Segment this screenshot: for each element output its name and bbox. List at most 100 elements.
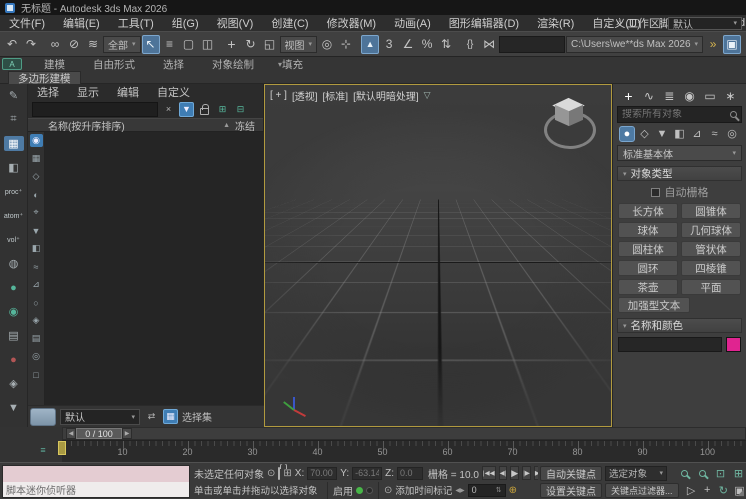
workspace-dropdown[interactable]: 默认 ▾ xyxy=(668,17,742,30)
name-and-color-rollout-header[interactable]: ▾ 名称和颜色 xyxy=(617,318,742,333)
primitive-button[interactable]: 几何球体 xyxy=(681,222,741,238)
isolate-selection-icon[interactable]: ⊙ xyxy=(267,468,275,479)
freeze-column-header[interactable]: 冻结 xyxy=(235,118,255,133)
perspective-viewport[interactable]: [ + ] [透视] [标准] [默认明暗处理] ▽ xyxy=(264,84,612,427)
view-cube[interactable] xyxy=(543,95,601,153)
key-filters-button[interactable]: 关键点过滤器... xyxy=(605,483,679,498)
autogrid-checkbox[interactable] xyxy=(651,188,660,197)
menu-item[interactable]: 图形编辑器(D) xyxy=(440,15,528,31)
utilities-tab-icon[interactable]: ∗ xyxy=(722,88,739,104)
spinner-icon[interactable]: ⇅ xyxy=(496,486,502,494)
menu-item[interactable]: 组(G) xyxy=(163,15,208,31)
explorer-object-list[interactable] xyxy=(45,132,264,405)
orbit-icon[interactable]: ↻ xyxy=(717,483,730,497)
go-to-end-button[interactable]: ▶▶| xyxy=(534,466,538,480)
previous-frame-icon[interactable]: ◀ xyxy=(66,428,76,439)
primitive-button[interactable]: 球体 xyxy=(618,222,678,238)
explorer-filter-icon[interactable]: ◈ xyxy=(30,314,43,327)
expand-list-icon[interactable]: ⊞ xyxy=(215,102,230,117)
key-filter-scope-dropdown[interactable]: 选定对象 ▾ xyxy=(605,466,667,481)
left-dock-icon[interactable]: proc⁺ xyxy=(4,184,24,199)
current-frame-field[interactable]: 0 ⇅ xyxy=(468,484,506,497)
menu-item[interactable]: 修改器(M) xyxy=(318,15,386,31)
select-object-button[interactable]: ↖ xyxy=(142,35,160,54)
reference-coordinate-dropdown[interactable]: 视图 ▾ xyxy=(280,36,318,53)
explorer-filter-icon[interactable]: ▦ xyxy=(30,152,43,165)
menu-item[interactable]: 文件(F) xyxy=(0,15,54,31)
explorer-filter-icon[interactable]: ◎ xyxy=(30,350,43,363)
viewport-shading-label[interactable]: [默认明暗处理] xyxy=(353,88,419,103)
primitive-button[interactable]: 茶壶 xyxy=(618,279,678,295)
x-coordinate-field[interactable] xyxy=(307,467,337,480)
zoom-all-icon[interactable] xyxy=(695,466,710,480)
primitive-button[interactable]: 圆环 xyxy=(618,260,678,276)
lock-icon[interactable] xyxy=(197,102,212,117)
snap-3d-button[interactable]: 3 xyxy=(380,35,398,54)
previous-frame-button[interactable]: ◀| xyxy=(499,466,508,480)
modify-tab-icon[interactable]: ∿ xyxy=(640,88,657,104)
create-category-icon[interactable]: ≈ xyxy=(707,126,723,142)
primitive-button[interactable]: 管状体 xyxy=(681,241,741,257)
explorer-filter-icon[interactable]: ◐ xyxy=(30,188,43,201)
angle-snap-button[interactable]: ∠ xyxy=(399,35,417,54)
explorer-filter-icon[interactable]: ◇ xyxy=(30,170,43,183)
isolate-selection-button[interactable] xyxy=(30,408,56,426)
primitive-category-dropdown[interactable]: 标准基本体 ▾ xyxy=(617,145,742,161)
name-column-header[interactable]: 名称(按升序排序) xyxy=(48,118,125,133)
ribbon-tab[interactable]: 建模 xyxy=(30,57,79,71)
menu-item[interactable]: 渲染(R) xyxy=(528,15,583,31)
filter-icon[interactable]: ▼ xyxy=(179,102,194,117)
set-key-mode-button[interactable]: 设置关键点 xyxy=(540,483,602,498)
select-by-name-button[interactable]: ≡ xyxy=(161,35,179,54)
resize-grip-icon[interactable]: ◢ xyxy=(737,487,744,498)
hierarchy-tab-icon[interactable]: ≣ xyxy=(661,88,678,104)
ribbon-tab[interactable]: 自由形式 xyxy=(79,57,149,71)
primitive-button[interactable]: 长方体 xyxy=(618,203,678,219)
object-color-swatch[interactable] xyxy=(726,337,741,352)
mini-curve-editor-button[interactable]: ≡ xyxy=(36,444,50,456)
maxscript-mini-listener[interactable]: 脚本迷你侦听器 xyxy=(2,465,190,498)
selection-set-dropdown[interactable]: 默认 ▾ xyxy=(60,409,140,425)
zoom-icon[interactable] xyxy=(677,466,692,480)
explorer-menu-item[interactable]: 编辑 xyxy=(108,84,148,100)
set-key-icon[interactable]: ⊕ xyxy=(509,485,517,496)
track-bar[interactable]: 102030405060708090100 xyxy=(62,440,746,462)
motion-tab-icon[interactable]: ◉ xyxy=(681,88,698,104)
render-setup-button[interactable]: ▣ xyxy=(723,35,741,54)
explorer-column-header[interactable]: 名称(按升序排序) ▲ 冻结 xyxy=(28,118,263,132)
per-view-filter-icon[interactable]: ▽ xyxy=(424,90,431,101)
explorer-filter-icon[interactable]: ◧ xyxy=(30,242,43,255)
left-dock-icon[interactable]: vol⁺ xyxy=(4,232,24,247)
primitive-button[interactable]: 圆柱体 xyxy=(618,241,678,257)
next-frame-icon[interactable]: ▶ xyxy=(122,428,132,439)
viewport-renderer-label[interactable]: [标准] xyxy=(323,88,349,103)
explorer-filter-icon[interactable]: ○ xyxy=(30,296,43,309)
explorer-filter-icon[interactable]: ◉ xyxy=(30,134,43,147)
ribbon-collapse-icon[interactable]: ▾ xyxy=(278,60,282,69)
left-dock-icon[interactable]: atom⁺ xyxy=(4,208,24,223)
create-category-icon[interactable]: ⊿ xyxy=(689,126,705,142)
left-dock-icon[interactable]: ◍ xyxy=(4,256,24,271)
explorer-menu-item[interactable]: 自定义 xyxy=(148,84,199,100)
create-category-icon[interactable]: ◇ xyxy=(637,126,653,142)
left-dock-icon[interactable]: ◉ xyxy=(4,304,24,319)
y-coordinate-field[interactable] xyxy=(352,467,382,480)
menu-item[interactable]: 工具(T) xyxy=(109,15,163,31)
next-frame-button[interactable]: |▶ xyxy=(522,466,531,480)
time-slider-handle[interactable]: ◀ 0 / 100 ▶ xyxy=(66,428,132,439)
unlink-icon[interactable]: ⊘ xyxy=(65,35,83,54)
object-name-input[interactable] xyxy=(618,337,722,352)
primitive-button[interactable]: 平面 xyxy=(681,279,741,295)
grid-toggle-icon[interactable]: ▦ xyxy=(163,409,178,424)
object-type-rollout-header[interactable]: ▾ 对象类型 xyxy=(617,166,742,181)
ribbon-tab[interactable]: 填充 xyxy=(268,57,317,71)
viewport-pov-label[interactable]: [透视] xyxy=(292,88,318,103)
field-of-view-icon[interactable]: ▷ xyxy=(685,483,698,497)
snap-toggle-button[interactable]: ▲ xyxy=(361,35,379,54)
redo-button[interactable]: ↷ xyxy=(22,35,40,54)
explorer-menu-item[interactable]: 选择 xyxy=(28,84,68,100)
use-pivot-center-button[interactable]: ◎ xyxy=(318,35,336,54)
percent-snap-button[interactable]: % xyxy=(418,35,436,54)
viewport-menu-label[interactable]: [ + ] xyxy=(270,90,287,101)
window-crossing-button[interactable]: ◫ xyxy=(199,35,217,54)
